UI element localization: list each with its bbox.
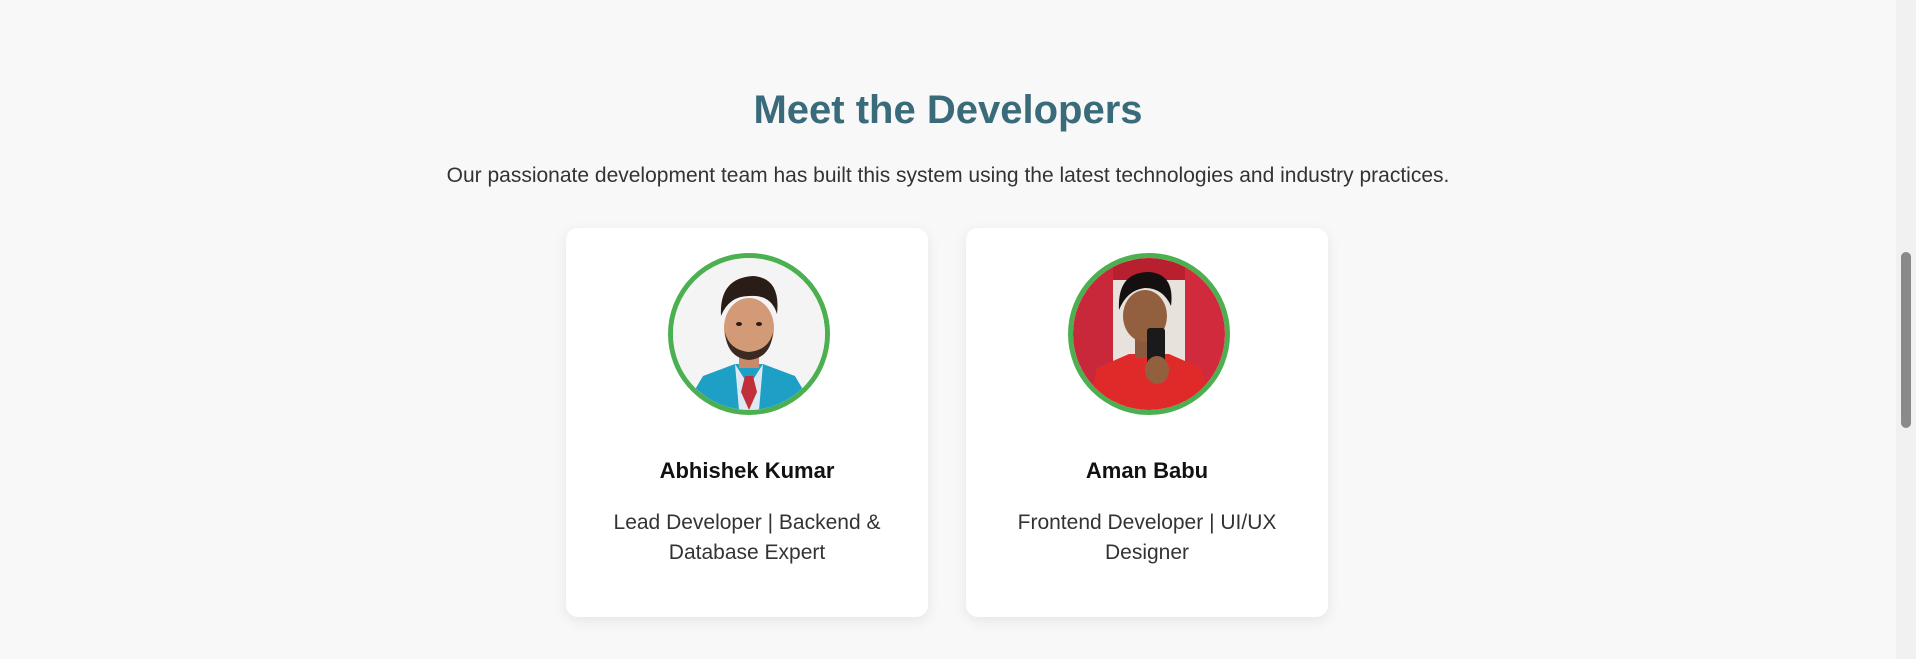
developer-name: Abhishek Kumar — [659, 458, 835, 483]
developer-card: Aman Babu Frontend Developer | UI/UX Des… — [966, 228, 1328, 617]
developer-name: Aman Babu — [1085, 458, 1209, 483]
page: Meet the Developers Our passionate devel… — [0, 0, 1916, 659]
developer-avatar — [1068, 253, 1230, 415]
scrollbar-thumb[interactable] — [1901, 252, 1911, 428]
developer-role: Frontend Developer | UI/UX Designer — [1017, 511, 1277, 564]
developer-card: Abhishek Kumar Lead Developer | Backend … — [566, 228, 928, 617]
developer-avatar — [668, 253, 830, 415]
section-title: Meet the Developers — [753, 88, 1143, 132]
developers-section: Meet the Developers Our passionate devel… — [0, 0, 1896, 659]
section-subtitle: Our passionate development team has buil… — [446, 164, 1450, 187]
developer-photo — [1073, 258, 1225, 410]
developer-photo — [673, 258, 825, 410]
developer-role: Lead Developer | Backend & Database Expe… — [613, 511, 881, 564]
